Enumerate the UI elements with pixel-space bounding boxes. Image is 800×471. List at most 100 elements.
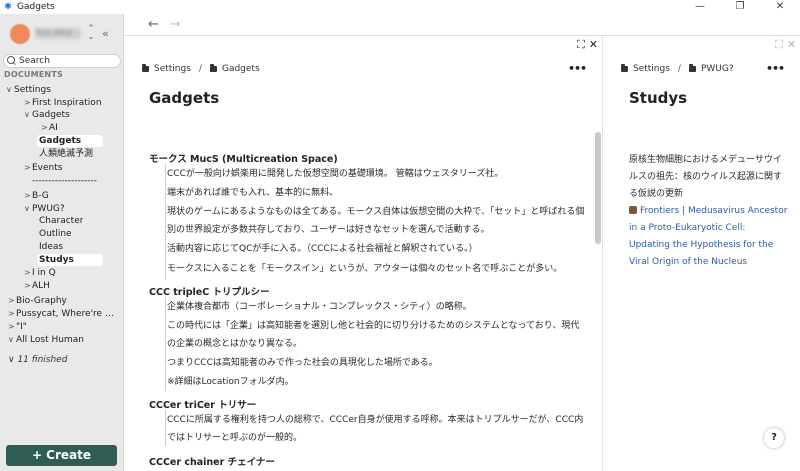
pane-toolbar: ⛶ ✕ [577, 38, 598, 52]
profile-switch-icon[interactable]: ⌃ ⌄ [87, 25, 95, 42]
external-link[interactable]: Frontiers | Medusavirus Ancestor in a Pr… [629, 203, 789, 271]
breadcrumb: Settings / PWUG? [621, 64, 734, 74]
chevron-right-icon[interactable]: > [24, 190, 32, 202]
close-icon[interactable]: ✕ [589, 38, 598, 52]
forward-arrow-icon[interactable]: → [170, 17, 181, 32]
page-title: Gadgets [149, 89, 220, 107]
paragraph[interactable]: CCCに所属する権利を持つ人の総称で、CCCer自身が使用する呼称。本来はトリプ… [167, 411, 587, 447]
tree-item-label: Bio-Graphy [16, 296, 67, 306]
paragraph[interactable]: 端末があれば誰でも入れ、基本的に無料。 [167, 184, 587, 202]
paragraph[interactable]: 企業体複合都市（コーポレーショナル・コンプレックス・シティ）の略称。 [167, 298, 587, 316]
chevron-right-icon[interactable]: > [8, 321, 16, 333]
document-pane-gadgets: ⛶ ✕ Settings / Gadgets ••• Gadgets モークス … [125, 36, 603, 471]
breadcrumb-item[interactable]: Settings [633, 64, 670, 74]
tree-item-character[interactable]: Character [39, 215, 83, 227]
folder-icon [688, 64, 696, 72]
paragraph[interactable]: CCCが一般向け娯楽用に開発した仮想空間の基礎環境。 管轄はウェスタリーズ社。 [167, 165, 587, 183]
chevron-down-icon[interactable]: ∨ [8, 334, 16, 346]
section-heading: CCC tripleC トリプルシー [149, 287, 270, 298]
restore-button[interactable]: ❐ [720, 0, 760, 14]
chevron-down-icon[interactable]: ∨ [6, 84, 14, 96]
breadcrumb-item[interactable]: Settings [154, 64, 191, 74]
paragraph[interactable]: 現状のゲームにあるようなものは全てある。モークス自体は仮想空間の大枠で、「セット… [167, 203, 587, 239]
chevron-right-icon[interactable]: > [8, 308, 16, 320]
tree-item-bio-graphy[interactable]: >Bio-Graphy [8, 295, 67, 307]
tree-item-pwug[interactable]: ∨ PWUG? [24, 203, 65, 215]
minimize-button[interactable]: — [680, 0, 720, 14]
close-icon[interactable]: ✕ [787, 38, 796, 52]
tree-item-ideas[interactable]: Ideas [39, 241, 63, 253]
more-options-icon[interactable]: ••• [568, 62, 587, 75]
chevron-right-icon[interactable]: > [24, 267, 32, 279]
paragraph[interactable]: この時代には「企業」は高知能者を選別し他と社会的に切り分けるためのシステムとなっ… [167, 317, 587, 353]
back-arrow-icon[interactable]: ← [148, 17, 159, 32]
sidebar: Yuu Akiz ⌃ ⌄ « Search DOCUMENTS ∨ Settings… [0, 14, 124, 471]
tree-item-events[interactable]: >Events [24, 162, 62, 174]
scrollbar[interactable] [595, 132, 601, 244]
chevron-right-icon[interactable]: > [8, 295, 16, 307]
tree-item-label: Ideas [39, 242, 64, 252]
breadcrumb-separator: / [198, 64, 202, 74]
close-window-button[interactable]: ✕ [760, 0, 800, 14]
paragraph[interactable]: 原核生物細胞におけるメデューサウイルスの祖先：核のウイルス起源に関する仮説の更新 [629, 152, 789, 203]
tree-item-gadgets-folder[interactable]: ∨ Gadgets [24, 109, 70, 121]
window-controls: — ❐ ✕ [680, 0, 800, 14]
tree-item-all-lost-human[interactable]: ∨ All Lost Human [8, 334, 84, 346]
expand-icon[interactable]: ⛶ [577, 38, 585, 52]
chevron-right-icon[interactable]: > [24, 97, 32, 109]
document-body[interactable]: 原核生物細胞におけるメデューサウイルスの祖先：核のウイルス起源に関する仮説の更新… [629, 152, 789, 271]
tree-item-b-g[interactable]: >B-G [24, 190, 49, 202]
collapse-sidebar-icon[interactable]: « [102, 27, 109, 40]
paragraph[interactable]: モークスに入ることを「モークスイン」というが、アウターは個々のセット名で呼ぶこと… [167, 260, 587, 278]
tree-item-gadgets-doc[interactable]: Gadgets [37, 135, 103, 147]
tree-item-label: PWUG? [32, 204, 65, 214]
link-text[interactable]: Frontiers | Medusavirus Ancestor in a Pr… [629, 206, 787, 267]
paragraph[interactable]: ※詳細はLocationフォルダ内。 [167, 373, 587, 391]
tree-item-i-in-q[interactable]: >I in Q [24, 267, 56, 279]
tree-item-first-inspiration[interactable]: >First Inspiration [24, 97, 102, 109]
tree-item-ai[interactable]: >AI [41, 122, 58, 134]
tree-item-label: First Inspiration [32, 98, 102, 108]
search-icon [7, 56, 17, 66]
app-logo-icon: ✱ [4, 2, 12, 12]
breadcrumb-separator: / [677, 64, 681, 74]
section-heading: モークス MucS (Multicreation Space) [149, 154, 338, 165]
page-title: Studys [629, 89, 688, 107]
chevron-right-icon[interactable]: > [24, 162, 32, 174]
tree-item-settings[interactable]: ∨ Settings [6, 84, 51, 96]
chevron-right-icon[interactable]: > [41, 122, 49, 134]
section-heading: CCCer chainer チェイナー [149, 457, 275, 468]
help-button[interactable]: ? [764, 428, 784, 448]
tree-item-outline[interactable]: Outline [39, 228, 72, 240]
profile-name[interactable]: Yuu Akiz [35, 28, 81, 39]
profile-area[interactable]: Yuu Akiz ⌃ ⌄ « [0, 14, 124, 54]
tree-item-extinction-forecast[interactable]: 人類絶滅予測 [39, 148, 93, 160]
chevron-right-icon[interactable]: > [24, 280, 32, 292]
tree-item-pussycat[interactable]: >Pussycat, Where're … [8, 308, 122, 320]
breadcrumb-item[interactable]: PWUG? [701, 64, 734, 74]
tree-item-label: Events [32, 163, 63, 173]
tree-item-i-quoted[interactable]: >"I" [8, 321, 27, 333]
tree-item-alh[interactable]: >ALH [24, 280, 50, 292]
search-input[interactable]: Search [3, 54, 121, 68]
tree-item-studys[interactable]: Studys [37, 254, 103, 266]
search-label: Search [19, 56, 50, 66]
chevron-down-icon[interactable]: ∨ [24, 109, 32, 121]
expand-icon[interactable]: ⛶ [775, 38, 783, 52]
more-options-icon[interactable]: ••• [766, 62, 785, 75]
folder-icon [142, 64, 149, 72]
window-title: Gadgets [17, 2, 55, 12]
avatar[interactable] [10, 24, 30, 44]
breadcrumb-item[interactable]: Gadgets [222, 64, 260, 74]
paragraph[interactable]: 活動内容に応じてQCが手に入る。（CCCによる社会福祉と解釈されている。） [167, 240, 587, 258]
tree-item-label: B-G [32, 191, 49, 201]
chevron-down-icon[interactable]: ∨ [24, 203, 32, 215]
link-favicon-icon [629, 206, 637, 214]
tree-item-divider[interactable]: -------------------- [32, 175, 97, 187]
finished-count[interactable]: ∨ 11 finished [8, 355, 67, 365]
folder-icon [209, 64, 217, 72]
breadcrumb: Settings / Gadgets [142, 64, 260, 74]
paragraph[interactable]: つまりCCCは高知能者のみで作った社会の具現化した場所である。 [167, 354, 587, 372]
create-button[interactable]: + Create [6, 445, 117, 466]
block-indent-bar [165, 410, 166, 446]
